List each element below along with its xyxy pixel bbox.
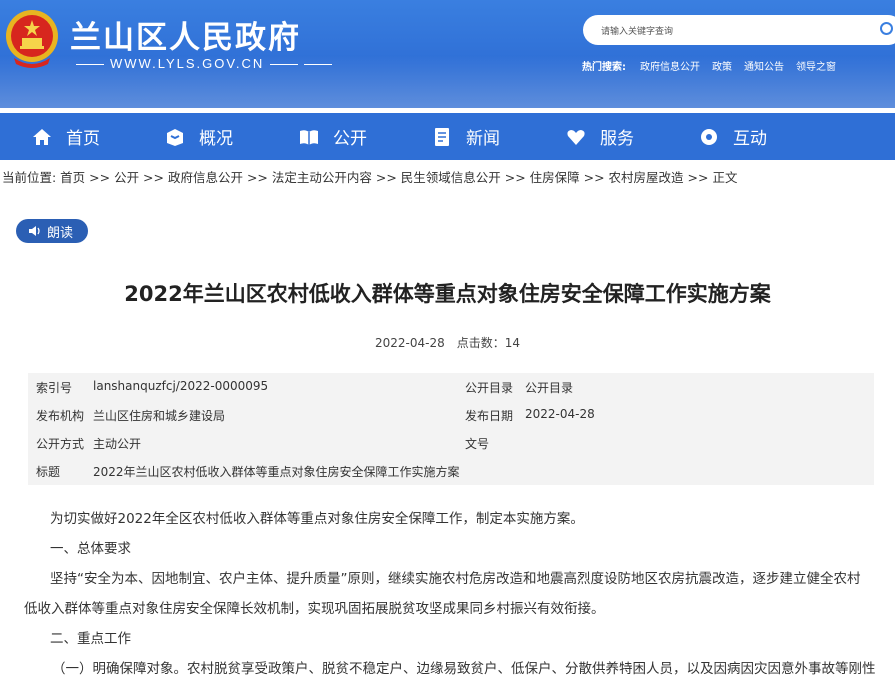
info-table: 索引号 lanshanquzfcj/2022-0000095 公开目录 公开目录… <box>28 373 874 485</box>
search-icon[interactable] <box>880 22 893 35</box>
nav-item-overview[interactable]: 概况 <box>165 113 233 160</box>
catalog-label: 公开目录 <box>465 381 514 395</box>
breadcrumb[interactable]: 当前位置: 首页 >> 公开 >> 政府信息公开 >> 法定主动公开内容 >> … <box>2 167 737 186</box>
catalog-value: 公开目录 <box>525 381 574 395</box>
pubdate-label: 发布日期 <box>465 409 514 423</box>
header-banner: 兰山区人民政府 WWW.LYLS.GOV.CN 请输入关键字查询 热门搜索: 政府… <box>0 0 895 108</box>
hot-word-link[interactable]: 政策 <box>712 62 732 73</box>
url-rule-right2 <box>304 64 333 66</box>
heart-icon <box>566 127 586 147</box>
article-meta: 2022-04-28 点击数：14 <box>0 334 895 351</box>
nav-item-news[interactable]: 新闻 <box>432 113 500 160</box>
nav-label: 新闻 <box>466 129 500 149</box>
nav-item-interact[interactable]: 互动 <box>699 113 767 160</box>
nav-item-public[interactable]: 公开 <box>299 113 367 160</box>
section-heading: 一、总体要求 <box>50 541 131 557</box>
article-title: 2022年兰山区农村低收入群体等重点对象住房安全保障工作实施方案 <box>124 282 771 306</box>
nav-label: 公开 <box>333 129 367 149</box>
nav-label: 服务 <box>600 129 634 149</box>
news-icon <box>432 127 452 147</box>
click-count: 点击数：14 <box>456 336 521 350</box>
body-paragraph: 低收入群体等重点对象住房安全保障长效机制，实现巩固拓展脱贫攻坚成果同乡村振兴有效… <box>24 601 605 617</box>
index-value: lanshanquzfcj/2022-0000095 <box>93 379 269 393</box>
site-url-text: WWW.LYLS.GOV.CN <box>110 56 265 71</box>
hot-word-link[interactable]: 政府信息公开 <box>640 62 700 73</box>
read-aloud-button[interactable]: 朗读 <box>16 219 88 243</box>
info-row: 发布机构 兰山区住房和城乡建设局 发布日期 2022-04-28 <box>28 407 874 435</box>
subject-label: 标题 <box>36 465 61 479</box>
nav-label: 首页 <box>66 129 100 149</box>
docno-label: 文号 <box>465 437 490 451</box>
book-icon <box>299 127 319 147</box>
index-label: 索引号 <box>36 381 73 395</box>
nav-label: 概况 <box>199 129 233 149</box>
url-rule-right <box>270 64 299 66</box>
hot-word-link[interactable]: 通知公告 <box>744 62 784 73</box>
url-rule-left <box>76 64 104 66</box>
section-heading: 二、重点工作 <box>50 631 131 647</box>
overview-icon <box>165 127 185 147</box>
info-row: 公开方式 主动公开 文号 <box>28 435 874 463</box>
read-aloud-label: 朗读 <box>47 225 74 241</box>
pubdate-value: 2022-04-28 <box>525 407 595 421</box>
nav-item-service[interactable]: 服务 <box>566 113 634 160</box>
home-icon <box>32 127 52 147</box>
chat-icon <box>699 127 719 147</box>
publisher-value: 兰山区住房和城乡建设局 <box>93 409 226 423</box>
nav-item-home[interactable]: 首页 <box>32 113 100 160</box>
body-paragraph: 坚持“安全为本、因地制宜、农户主体、提升质量”原则，继续实施农村危房改造和地震高… <box>50 571 861 587</box>
nav-label: 互动 <box>733 129 767 149</box>
search-input[interactable]: 请输入关键字查询 <box>583 15 895 45</box>
search-placeholder: 请输入关键字查询 <box>601 27 674 37</box>
site-title: 兰山区人民政府 <box>70 20 301 56</box>
publish-date: 2022-04-28 <box>374 336 445 350</box>
mode-value: 主动公开 <box>93 437 142 451</box>
publisher-label: 发布机构 <box>36 409 85 423</box>
body-paragraph: 为切实做好2022年全区农村低收入群体等重点对象住房安全保障工作，制定本实施方案… <box>50 511 584 527</box>
hot-search-label: 热门搜索: <box>582 62 626 73</box>
hot-search: 热门搜索: 政府信息公开 政策 通知公告 领导之窗 <box>582 58 848 73</box>
national-emblem-icon <box>6 10 58 68</box>
speaker-icon <box>29 226 40 236</box>
hot-word-link[interactable]: 领导之窗 <box>796 62 836 73</box>
body-paragraph: （一）明确保障对象。农村脱贫享受政策户、脱贫不稳定户、边缘易致贫户、低保户、分散… <box>52 661 876 677</box>
site-url: WWW.LYLS.GOV.CN <box>70 56 338 71</box>
main-nav: 首页 概况 公开 新闻 服务 互动 <box>0 113 895 160</box>
info-row: 标题 2022年兰山区农村低收入群体等重点对象住房安全保障工作实施方案 <box>28 463 874 491</box>
subject-value: 2022年兰山区农村低收入群体等重点对象住房安全保障工作实施方案 <box>93 465 460 479</box>
info-row: 索引号 lanshanquzfcj/2022-0000095 公开目录 公开目录 <box>28 379 874 407</box>
mode-label: 公开方式 <box>36 437 85 451</box>
